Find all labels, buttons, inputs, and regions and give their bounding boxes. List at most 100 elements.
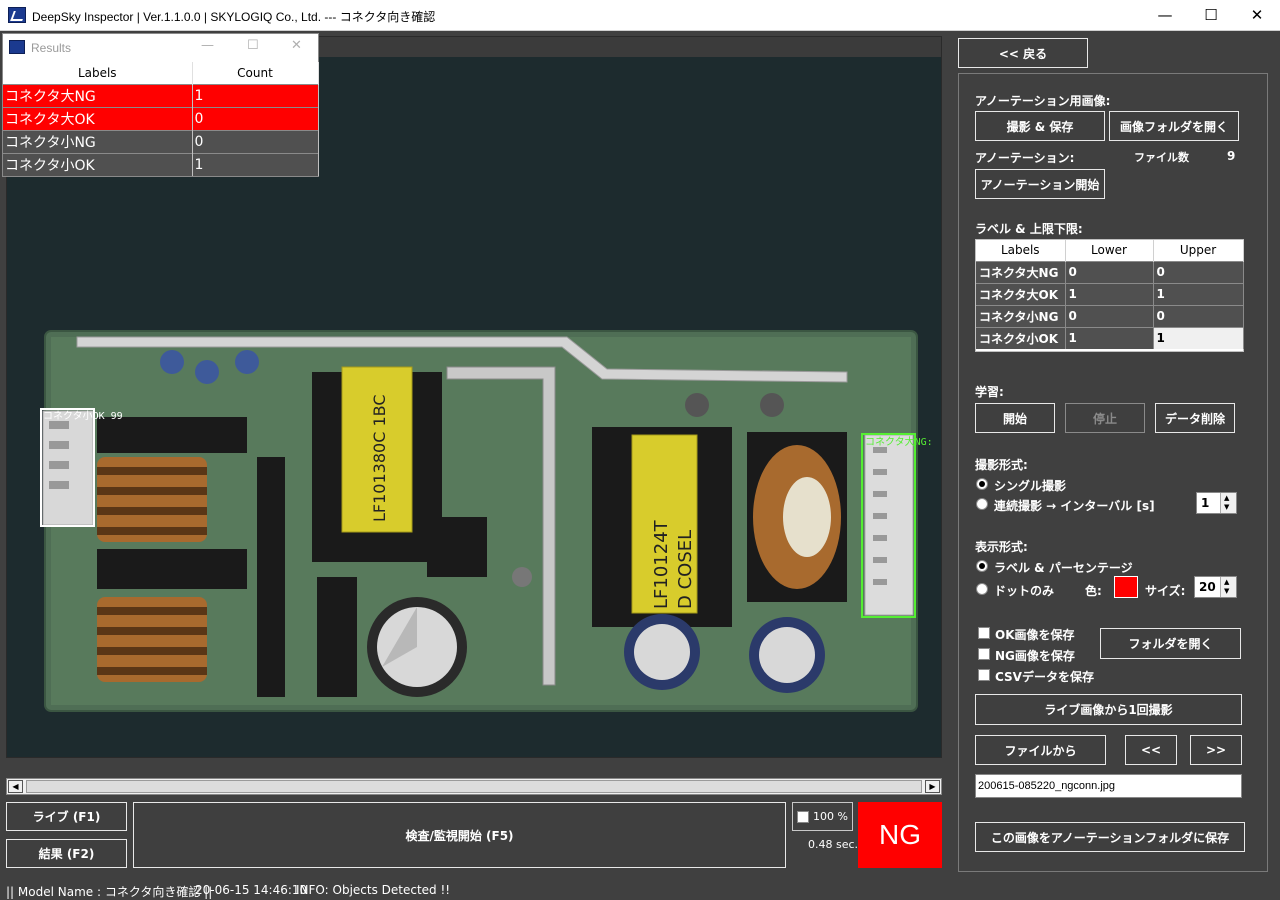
- dots-only-radio[interactable]: [976, 583, 988, 595]
- chevron-down-icon[interactable]: ▼: [1224, 503, 1229, 511]
- capture-save-button[interactable]: 撮影 & 保存: [975, 111, 1105, 141]
- limits-cell-upper-editing[interactable]: 1: [1153, 326, 1244, 349]
- results-cell-label: コネクタ小OK: [3, 152, 193, 176]
- elapsed-time: 0.48 sec.: [808, 838, 859, 851]
- status-timestamp: 20-06-15 14:46:10: [195, 883, 308, 897]
- results-header-count: Count: [192, 62, 319, 84]
- window-title: DeepSky Inspector | Ver.1.1.0.0 | SKYLOG…: [32, 10, 436, 24]
- zoom-value: 100 %: [813, 810, 848, 823]
- annotation-images-label: アノーテーション用画像:: [975, 94, 1111, 108]
- table-row[interactable]: コネクタ小OK 1 1: [976, 326, 1244, 349]
- limits-cell-lower[interactable]: 1: [1065, 282, 1154, 305]
- capture-mode-label: 撮影形式:: [975, 458, 1028, 472]
- results-maximize-button[interactable]: ☐: [247, 38, 259, 53]
- svg-text:LF10124T: LF10124T: [651, 519, 672, 609]
- prev-image-button[interactable]: <<: [1125, 735, 1177, 765]
- table-row[interactable]: コネクタ小NG 0 0: [976, 304, 1244, 327]
- table-row[interactable]: コネクタ小OK 1: [3, 152, 319, 176]
- results-header-labels: Labels: [3, 62, 193, 84]
- limits-cell-label: コネクタ大NG: [976, 260, 1066, 283]
- chevron-down-icon[interactable]: ▼: [1224, 587, 1229, 595]
- app-logo-icon: [9, 40, 25, 54]
- chevron-up-icon[interactable]: ▲: [1224, 494, 1229, 502]
- results-cell-label: コネクタ小NG: [3, 129, 193, 153]
- size-stepper[interactable]: 20 ▲ ▼: [1194, 576, 1237, 598]
- interval-stepper[interactable]: 1 ▲ ▼: [1196, 492, 1237, 514]
- limits-cell-lower[interactable]: 1: [1065, 326, 1154, 349]
- start-annotation-button[interactable]: アノーテーション開始: [975, 169, 1105, 199]
- capture-once-button[interactable]: ライブ画像から1回撮影: [975, 694, 1242, 725]
- verdict-badge: NG: [858, 802, 942, 868]
- svg-text:LF101380C 1BC: LF101380C 1BC: [370, 395, 389, 523]
- results-minimize-button[interactable]: —: [201, 38, 214, 53]
- results-window: Results — ☐ ✕ Labels Count コネクタ大NG 1 コネク…: [2, 33, 319, 177]
- from-file-button[interactable]: ファイルから: [975, 735, 1106, 765]
- maximize-button[interactable]: ☐: [1188, 0, 1234, 31]
- filename-field[interactable]: 200615-085220_ngconn.jpg: [975, 774, 1242, 798]
- learn-stop-button[interactable]: 停止: [1065, 403, 1145, 433]
- scrollbar-thumb[interactable]: [26, 780, 922, 793]
- limits-header-lower: Lower: [1065, 240, 1154, 261]
- close-button[interactable]: ✕: [1234, 0, 1280, 31]
- table-row[interactable]: コネクタ大NG 0 0: [976, 260, 1244, 283]
- live-button[interactable]: ライブ (F1): [6, 802, 127, 831]
- save-ng-images-checkbox[interactable]: [978, 648, 990, 660]
- status-bar: || Model Name : コネクタ向き確認 || 20-06-15 14:…: [0, 880, 1280, 900]
- size-label: サイズ:: [1145, 584, 1186, 598]
- zoom-control[interactable]: 100 %: [792, 802, 853, 831]
- result-button[interactable]: 結果 (F2): [6, 839, 127, 868]
- horizontal-scrollbar[interactable]: ◀ ▶: [6, 778, 942, 795]
- save-csv-label: CSVデータを保存: [995, 670, 1094, 684]
- size-value: 20: [1199, 580, 1216, 594]
- back-button[interactable]: << 戻る: [958, 38, 1088, 68]
- status-info: INFO: Objects Detected !!: [296, 883, 451, 897]
- table-row[interactable]: コネクタ大NG 1: [3, 83, 319, 107]
- results-cell-count: 1: [192, 83, 319, 107]
- save-ok-images-checkbox[interactable]: [978, 627, 990, 639]
- results-close-button[interactable]: ✕: [291, 38, 302, 53]
- table-row[interactable]: コネクタ小NG 0: [3, 129, 319, 153]
- save-to-annotation-button[interactable]: この画像をアノーテーションフォルダに保存: [975, 822, 1245, 852]
- label-percentage-label: ラベル & パーセンテージ: [994, 561, 1133, 575]
- svg-text:D COSEL: D COSEL: [675, 530, 696, 609]
- limits-cell-lower[interactable]: 0: [1065, 304, 1154, 327]
- limits-cell-label: コネクタ小NG: [976, 304, 1066, 327]
- dot-color-swatch[interactable]: [1114, 576, 1138, 598]
- detection-label-small-ok: コネクタ小OK 99: [43, 411, 123, 422]
- label-percentage-radio[interactable]: [976, 560, 988, 572]
- learning-label: 学習:: [975, 385, 1004, 399]
- table-row[interactable]: コネクタ大OK 0: [3, 106, 319, 130]
- learn-start-button[interactable]: 開始: [975, 403, 1055, 433]
- limits-cell-label: コネクタ小OK: [976, 326, 1066, 349]
- chevron-up-icon[interactable]: ▲: [1224, 578, 1229, 586]
- annotation-label: アノーテーション:: [975, 151, 1075, 165]
- single-capture-label: シングル撮影: [994, 479, 1067, 493]
- save-csv-checkbox[interactable]: [978, 669, 990, 681]
- file-count-label: ファイル数: [1134, 151, 1189, 164]
- limits-cell-lower[interactable]: 0: [1065, 260, 1154, 283]
- limits-cell-upper[interactable]: 0: [1153, 304, 1244, 327]
- table-row[interactable]: コネクタ大OK 1 1: [976, 282, 1244, 305]
- scroll-right-icon[interactable]: ▶: [925, 780, 940, 793]
- interval-value: 1: [1201, 496, 1210, 510]
- continuous-capture-label: 連続撮影 → インターバル [s]: [994, 499, 1155, 513]
- file-count-value: 9: [1227, 149, 1236, 163]
- limits-cell-upper[interactable]: 0: [1153, 260, 1244, 283]
- open-image-folder-button[interactable]: 画像フォルダを開く: [1109, 111, 1239, 141]
- next-image-button[interactable]: >>: [1190, 735, 1242, 765]
- results-title: Results: [31, 41, 72, 55]
- results-cell-count: 0: [192, 106, 319, 130]
- zoom-checkbox[interactable]: [797, 811, 809, 823]
- scroll-left-icon[interactable]: ◀: [8, 780, 23, 793]
- continuous-capture-radio[interactable]: [976, 498, 988, 510]
- detection-label-large-ng: コネクタ大NG:: [865, 437, 933, 448]
- inspect-start-button[interactable]: 検査/監視開始 (F5): [133, 802, 786, 868]
- dots-only-label: ドットのみ: [994, 584, 1055, 598]
- open-folder-button[interactable]: フォルダを開く: [1100, 628, 1241, 659]
- limits-cell-upper[interactable]: 1: [1153, 282, 1244, 305]
- status-model-name: || Model Name : コネクタ向き確認 ||: [6, 885, 213, 899]
- minimize-button[interactable]: —: [1142, 0, 1188, 31]
- single-capture-radio[interactable]: [976, 478, 988, 490]
- delete-data-button[interactable]: データ削除: [1155, 403, 1235, 433]
- results-table: Labels Count コネクタ大NG 1 コネクタ大OK 0 コネクタ小NG…: [3, 62, 319, 176]
